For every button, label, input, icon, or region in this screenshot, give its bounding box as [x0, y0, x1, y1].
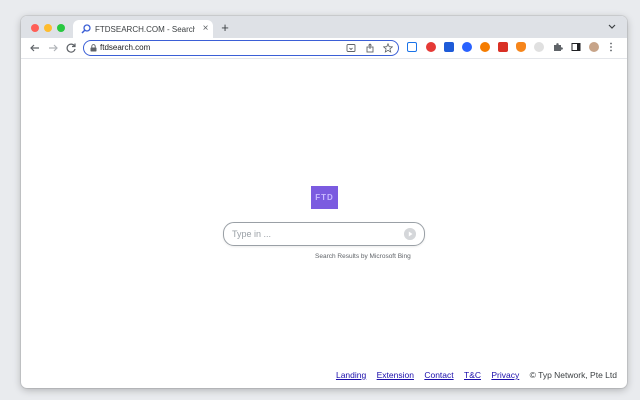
- lock-icon[interactable]: [90, 44, 97, 52]
- footer-link-extension[interactable]: Extension: [377, 370, 414, 380]
- install-app-icon[interactable]: [346, 43, 356, 53]
- tab-active[interactable]: FTDSEARCH.COM - Search An ×: [73, 20, 213, 38]
- footer-link-landing[interactable]: Landing: [336, 370, 366, 380]
- footer-link-privacy[interactable]: Privacy: [491, 370, 519, 380]
- chevron-down-icon[interactable]: [607, 22, 617, 32]
- bug-extension-icon[interactable]: [534, 42, 544, 52]
- back-icon[interactable]: [29, 42, 41, 54]
- powered-by-text: Search Results by Microsoft Bing: [315, 253, 411, 260]
- tab-close-icon[interactable]: ×: [200, 23, 211, 34]
- search-icon: [81, 24, 91, 34]
- site-logo: FTD: [311, 186, 338, 209]
- more-menu-icon[interactable]: [609, 42, 613, 52]
- ad-blocker-icon[interactable]: [407, 42, 417, 52]
- close-window-button[interactable]: [31, 24, 39, 32]
- search-input[interactable]: [232, 227, 392, 241]
- url-text[interactable]: ftdsearch.com: [100, 42, 150, 54]
- forward-icon[interactable]: [47, 42, 59, 54]
- red-extension-icon[interactable]: [426, 42, 436, 52]
- tab-strip: FTDSEARCH.COM - Search An × +: [21, 16, 627, 38]
- address-bar[interactable]: ftdsearch.com: [83, 40, 399, 56]
- browser-toolbar: ftdsearch.com: [21, 38, 627, 59]
- browser-window: FTDSEARCH.COM - Search An × + ftdsearch.…: [21, 16, 627, 388]
- bookmark-star-icon[interactable]: [383, 43, 393, 53]
- profile-avatar[interactable]: [589, 42, 599, 52]
- puzzle-icon[interactable]: [553, 42, 563, 52]
- reload-icon[interactable]: [65, 42, 77, 54]
- blue-face-extension-icon[interactable]: [444, 42, 454, 52]
- copyright-text: © Typ Network, Pte Ltd: [529, 370, 617, 380]
- minimize-window-button[interactable]: [44, 24, 52, 32]
- footer: Landing Extension Contact T&C Privacy © …: [336, 369, 617, 381]
- orange-extension-icon[interactable]: [480, 42, 490, 52]
- share-icon[interactable]: [365, 43, 375, 53]
- metamask-fox-icon[interactable]: [516, 42, 526, 52]
- tab-title: FTDSEARCH.COM - Search An: [95, 25, 195, 34]
- red-box-extension-icon[interactable]: [498, 42, 508, 52]
- maximize-window-button[interactable]: [57, 24, 65, 32]
- search-box: [223, 222, 425, 246]
- sidebar-icon[interactable]: [571, 42, 581, 52]
- footer-link-terms[interactable]: T&C: [464, 370, 481, 380]
- new-tab-button[interactable]: +: [219, 21, 231, 35]
- blue-circle-extension-icon[interactable]: [462, 42, 472, 52]
- footer-link-contact[interactable]: Contact: [424, 370, 453, 380]
- search-go-icon[interactable]: [404, 228, 416, 240]
